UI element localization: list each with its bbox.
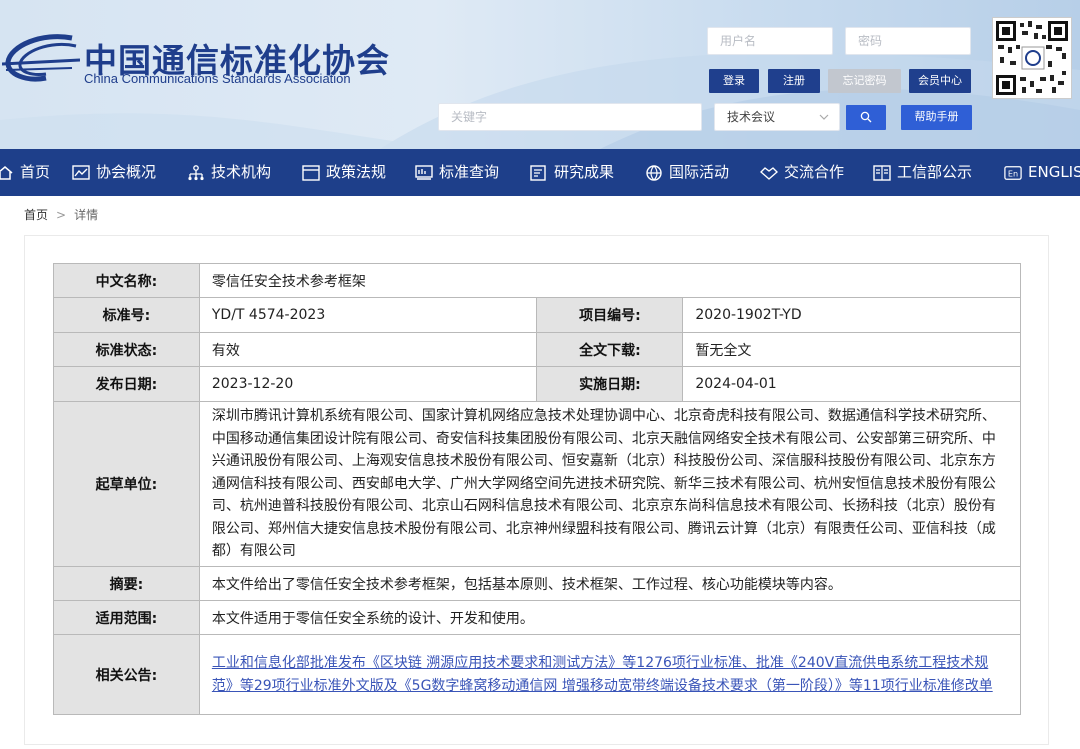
handshake-icon bbox=[760, 166, 778, 180]
table-row: 标准状态: 有效 全文下载: 暂无全文 bbox=[53, 332, 1021, 367]
nav-label: 政策法规 bbox=[326, 163, 387, 181]
help-manual-button[interactable]: 帮助手册 bbox=[901, 105, 972, 130]
username-input[interactable]: 用户名 bbox=[707, 27, 833, 55]
window-icon bbox=[302, 164, 320, 181]
nav-label: 技术机构 bbox=[211, 163, 272, 181]
notice-icon bbox=[873, 164, 891, 181]
std-no-label: 标准号: bbox=[53, 297, 200, 333]
nav-label: 研究成果 bbox=[554, 163, 615, 181]
implement-date-label: 实施日期: bbox=[536, 366, 684, 402]
nav-label: 交流合作 bbox=[784, 163, 845, 181]
abstract-value: 本文件给出了零信任安全技术参考框架，包括基本原则、技术框架、工作过程、核心功能模… bbox=[198, 566, 1022, 601]
nav-item-policy[interactable]: 政策法规 bbox=[302, 149, 386, 196]
qr-code bbox=[992, 17, 1072, 99]
standard-icon bbox=[415, 164, 433, 180]
nav-label: 标准查询 bbox=[439, 163, 500, 181]
org-icon bbox=[188, 164, 204, 180]
nav-label: 协会概况 bbox=[96, 163, 157, 181]
search-category-select[interactable]: 技术会议 bbox=[714, 103, 840, 131]
register-button[interactable]: 注册 bbox=[768, 69, 820, 93]
status-label: 标准状态: bbox=[53, 332, 200, 367]
nav-item-home[interactable]: 首页 bbox=[0, 149, 50, 196]
abstract-label: 摘要: bbox=[53, 566, 200, 601]
nav-label: ENGLISH bbox=[1028, 163, 1080, 181]
report-icon bbox=[530, 164, 546, 181]
related-notice-link[interactable]: 工业和信息化部批准发布《区块链 溯源应用技术要求和测试方法》等1276项行业标准… bbox=[212, 655, 993, 694]
svg-text:En: En bbox=[1008, 168, 1018, 178]
en-icon: En bbox=[1004, 165, 1022, 180]
scope-label: 适用范围: bbox=[53, 600, 200, 635]
scope-value: 本文件适用于零信任安全系统的设计、开发和使用。 bbox=[198, 600, 1022, 635]
cn-name-value: 零信任安全技术参考框架 bbox=[198, 263, 1022, 298]
chart-icon bbox=[72, 164, 90, 180]
table-row: 起草单位: 深圳市腾讯计算机系统有限公司、国家计算机网络应急技术处理协调中心、北… bbox=[53, 401, 1022, 567]
table-row: 相关公告: 工业和信息化部批准发布《区块链 溯源应用技术要求和测试方法》等127… bbox=[53, 634, 1022, 715]
main-nav: 首页 协会概况 技术机构 政策法规 标准查询 研究成果 国际活动 交流合作 工信… bbox=[0, 149, 1080, 196]
qr-code-icon bbox=[996, 21, 1068, 95]
nav-item-standard-query[interactable]: 标准查询 bbox=[415, 149, 499, 196]
member-center-button[interactable]: 会员中心 bbox=[909, 69, 971, 93]
nav-label: 国际活动 bbox=[669, 163, 730, 181]
site-header: 中国通信标准化协会 China Communications Standards… bbox=[0, 0, 1080, 149]
cn-name-label: 中文名称: bbox=[53, 263, 200, 298]
logo-mark-icon bbox=[2, 34, 80, 82]
drafters-value: 深圳市腾讯计算机系统有限公司、国家计算机网络应急技术处理协调中心、北京奇虎科技有… bbox=[198, 401, 1022, 567]
search-button[interactable] bbox=[846, 105, 886, 130]
search-icon bbox=[860, 111, 872, 123]
nav-item-english[interactable]: En ENGLISH bbox=[1004, 149, 1080, 196]
chevron-down-icon bbox=[819, 114, 829, 120]
status-value: 有效 bbox=[198, 332, 538, 367]
nav-item-international[interactable]: 国际活动 bbox=[645, 149, 729, 196]
std-no-value: YD/T 4574-2023 bbox=[198, 297, 538, 333]
table-row: 适用范围: 本文件适用于零信任安全系统的设计、开发和使用。 bbox=[53, 600, 1022, 635]
table-row: 发布日期: 2023-12-20 实施日期: 2024-04-01 bbox=[53, 366, 1021, 402]
standard-detail-table: 中文名称: 零信任安全技术参考框架 标准号: YD/T 4574-2023 项目… bbox=[53, 263, 1022, 715]
breadcrumb-current: 详情 bbox=[74, 208, 99, 222]
nav-label: 工信部公示 bbox=[897, 163, 973, 181]
breadcrumb-separator: > bbox=[56, 208, 67, 222]
password-input[interactable]: 密码 bbox=[845, 27, 971, 55]
logo-english-name: China Communications Standards Associati… bbox=[84, 71, 351, 86]
project-no-value: 2020-1902T-YD bbox=[682, 297, 1021, 333]
nav-item-tech-org[interactable]: 技术机构 bbox=[187, 149, 271, 196]
nav-item-miit-notice[interactable]: 工信部公示 bbox=[873, 149, 972, 196]
search-category-value: 技术会议 bbox=[727, 110, 776, 124]
site-logo[interactable]: 中国通信标准化协会 China Communications Standards… bbox=[0, 20, 389, 100]
table-row: 中文名称: 零信任安全技术参考框架 bbox=[53, 263, 1022, 298]
breadcrumb-home[interactable]: 首页 bbox=[24, 208, 48, 222]
publish-date-value: 2023-12-20 bbox=[198, 366, 538, 402]
nav-item-cooperation[interactable]: 交流合作 bbox=[760, 149, 844, 196]
notice-cell: 工业和信息化部批准发布《区块链 溯源应用技术要求和测试方法》等1276项行业标准… bbox=[198, 634, 1022, 715]
download-label: 全文下载: bbox=[536, 332, 684, 367]
breadcrumb: 首页 > 详情 bbox=[24, 206, 98, 223]
table-row: 标准号: YD/T 4574-2023 项目编号: 2020-1902T-YD bbox=[53, 297, 1021, 333]
forgot-password-button[interactable]: 忘记密码 bbox=[828, 69, 901, 93]
publish-date-label: 发布日期: bbox=[53, 366, 200, 402]
keyword-search-input[interactable]: 关键字 bbox=[438, 103, 702, 131]
home-icon bbox=[0, 165, 13, 180]
download-value: 暂无全文 bbox=[682, 332, 1021, 367]
notice-label: 相关公告: bbox=[53, 634, 200, 715]
login-button[interactable]: 登录 bbox=[709, 69, 759, 93]
implement-date-value: 2024-04-01 bbox=[682, 366, 1021, 402]
nav-label: 首页 bbox=[20, 163, 51, 181]
project-no-label: 项目编号: bbox=[536, 297, 684, 333]
nav-item-research[interactable]: 研究成果 bbox=[530, 149, 614, 196]
globe-icon bbox=[646, 164, 662, 181]
nav-item-about[interactable]: 协会概况 bbox=[72, 149, 156, 196]
table-row: 摘要: 本文件给出了零信任安全技术参考框架，包括基本原则、技术框架、工作过程、核… bbox=[53, 566, 1022, 601]
drafters-label: 起草单位: bbox=[53, 401, 200, 567]
